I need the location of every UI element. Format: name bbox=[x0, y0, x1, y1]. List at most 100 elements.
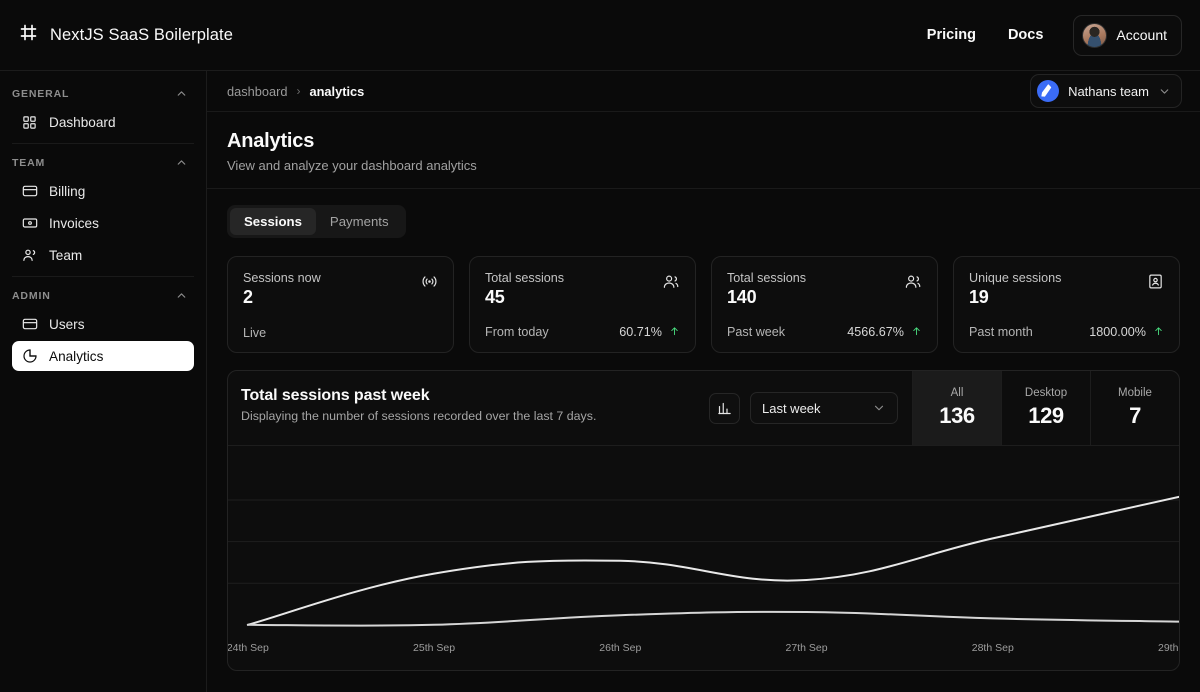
stat-card-total-sessions-today: Total sessions 45 From today 60.71% bbox=[469, 256, 696, 353]
range-select-value: Last week bbox=[762, 400, 821, 416]
team-selector[interactable]: Nathans team bbox=[1030, 74, 1182, 108]
bar-chart-icon[interactable] bbox=[709, 392, 740, 424]
tab-bar: Sessions Payments bbox=[227, 205, 406, 238]
stat-card-value: 19 bbox=[969, 287, 989, 307]
stat-card-title: Total sessions bbox=[485, 271, 565, 285]
sidebar-group-label: TEAM bbox=[12, 156, 46, 169]
arrow-up-icon bbox=[911, 324, 922, 340]
segment-stats: All 136 Desktop 129 Mobile 7 bbox=[912, 371, 1179, 445]
account-label: Account bbox=[1116, 27, 1167, 43]
chevron-down-icon bbox=[872, 401, 886, 415]
stat-card-foot-label: Past month bbox=[969, 325, 1033, 339]
sidebar: GENERAL Dashboard TEAM Billing Invoices … bbox=[0, 71, 207, 692]
sidebar-item-billing[interactable]: Billing bbox=[12, 176, 194, 206]
arrow-up-icon bbox=[669, 324, 680, 340]
chart-controls: Last week bbox=[709, 371, 912, 445]
stat-card-total-sessions-week: Total sessions 140 Past week 4566.67% bbox=[711, 256, 938, 353]
sidebar-group-header-team[interactable]: TEAM bbox=[12, 150, 194, 175]
stat-card-title: Unique sessions bbox=[969, 271, 1062, 285]
stat-card-sessions-now: Sessions now 2 Live bbox=[227, 256, 454, 353]
segment-all[interactable]: All 136 bbox=[912, 371, 1001, 445]
chart-x-axis-labels: 24th Sep 25th Sep 26th Sep 27th Sep 28th Sep… bbox=[228, 642, 1179, 656]
breadcrumb-current: analytics bbox=[309, 83, 365, 99]
team-avatar bbox=[1037, 80, 1060, 102]
breadcrumb-bar: dashboard › analytics Nathans team bbox=[207, 71, 1200, 112]
sidebar-group-header-general[interactable]: GENERAL bbox=[12, 81, 194, 106]
sidebar-item-label: Users bbox=[49, 316, 85, 332]
breadcrumb-root[interactable]: dashboard bbox=[227, 84, 287, 99]
sidebar-item-label: Analytics bbox=[49, 348, 104, 364]
chevron-up-icon[interactable] bbox=[175, 87, 188, 100]
chart-header: Total sessions past week Displaying the … bbox=[228, 371, 1179, 446]
chart-plot-area: 24th Sep 25th Sep 26th Sep 27th Sep 28th Sep… bbox=[228, 446, 1179, 670]
credit-card-icon bbox=[22, 183, 38, 199]
chart-x-label: 27th Sep bbox=[785, 642, 828, 654]
chart-description: Displaying the number of sessions record… bbox=[241, 409, 597, 423]
segment-mobile[interactable]: Mobile 7 bbox=[1090, 371, 1179, 445]
frame-grid-icon bbox=[18, 22, 39, 48]
contact-card-icon bbox=[1147, 271, 1164, 290]
chevron-down-icon bbox=[1158, 85, 1171, 98]
stat-card-foot-label: Past week bbox=[727, 325, 786, 339]
sidebar-group-label: ADMIN bbox=[12, 289, 51, 302]
chart-x-label: 29th Sep bbox=[1157, 642, 1179, 654]
grid-squares-icon bbox=[22, 115, 38, 130]
breadcrumb-separator: › bbox=[296, 84, 301, 98]
stat-card-foot-label: From today bbox=[485, 325, 549, 339]
account-button[interactable]: Account bbox=[1073, 14, 1182, 56]
brand-label: NextJS SaaS Boilerplate bbox=[50, 25, 233, 44]
chart-x-label: 25th Sep bbox=[413, 642, 456, 654]
stat-card-value: 45 bbox=[485, 287, 505, 307]
stat-card-unique-sessions: Unique sessions 19 Past month 1800.00% bbox=[953, 256, 1180, 353]
page-title: Analytics bbox=[227, 130, 315, 152]
arrow-up-icon bbox=[1153, 324, 1164, 340]
stat-card-value: 2 bbox=[243, 287, 253, 307]
segment-value: 129 bbox=[1028, 403, 1064, 428]
chart-line-mobile bbox=[248, 612, 1179, 626]
sidebar-item-label: Invoices bbox=[49, 215, 99, 231]
sidebar-item-analytics[interactable]: Analytics bbox=[12, 341, 194, 371]
chart-line-all bbox=[248, 497, 1179, 625]
stat-card-delta: 60.71% bbox=[619, 325, 662, 339]
sidebar-item-label: Dashboard bbox=[49, 114, 116, 130]
segment-value: 136 bbox=[939, 403, 975, 428]
stat-card-foot-label: Live bbox=[243, 326, 267, 340]
sidebar-group-admin: ADMIN Users Analytics bbox=[12, 276, 194, 371]
page-subtitle: View and analyze your dashboard analytic… bbox=[227, 158, 477, 173]
segment-label: Desktop bbox=[1024, 387, 1068, 399]
tab-payments[interactable]: Payments bbox=[316, 208, 403, 235]
broadcast-signal-icon bbox=[421, 271, 438, 290]
stat-card-delta: 1800.00% bbox=[1089, 325, 1146, 339]
chart-x-label: 28th Sep bbox=[971, 642, 1014, 654]
sidebar-item-label: Team bbox=[49, 247, 83, 263]
sidebar-item-label: Billing bbox=[49, 183, 86, 199]
segment-label: All bbox=[950, 387, 964, 399]
sidebar-item-users[interactable]: Users bbox=[12, 309, 194, 339]
users-icon bbox=[662, 271, 680, 291]
sidebar-group-header-admin[interactable]: ADMIN bbox=[12, 283, 194, 308]
range-select[interactable]: Last week bbox=[750, 392, 898, 424]
users-icon bbox=[22, 247, 38, 263]
team-selector-label: Nathans team bbox=[1068, 83, 1149, 99]
banknote-icon bbox=[22, 215, 38, 231]
segment-value: 7 bbox=[1129, 403, 1141, 428]
sidebar-item-team[interactable]: Team bbox=[12, 240, 194, 270]
chart-card: Total sessions past week Displaying the … bbox=[227, 370, 1180, 671]
stat-card-list: Sessions now 2 Live Total sessions 45 Fr… bbox=[227, 256, 1180, 353]
sidebar-item-dashboard[interactable]: Dashboard bbox=[12, 107, 194, 137]
sidebar-group-team: TEAM Billing Invoices Team bbox=[12, 143, 194, 270]
brand[interactable]: NextJS SaaS Boilerplate bbox=[18, 22, 233, 48]
chevron-up-icon[interactable] bbox=[175, 289, 188, 302]
segment-desktop[interactable]: Desktop 129 bbox=[1001, 371, 1090, 445]
segment-label: Mobile bbox=[1118, 387, 1152, 399]
nav-link-pricing[interactable]: Pricing bbox=[911, 19, 992, 51]
chart-x-label: 26th Sep bbox=[599, 642, 642, 654]
sidebar-group-label: GENERAL bbox=[12, 87, 70, 100]
tab-sessions[interactable]: Sessions bbox=[230, 208, 316, 235]
sidebar-item-invoices[interactable]: Invoices bbox=[12, 208, 194, 238]
top-header: NextJS SaaS Boilerplate Pricing Docs Acc… bbox=[0, 0, 1200, 71]
chevron-up-icon[interactable] bbox=[175, 156, 188, 169]
nav-link-docs[interactable]: Docs bbox=[992, 19, 1059, 51]
users-icon bbox=[904, 271, 922, 291]
line-chart bbox=[228, 446, 1179, 670]
